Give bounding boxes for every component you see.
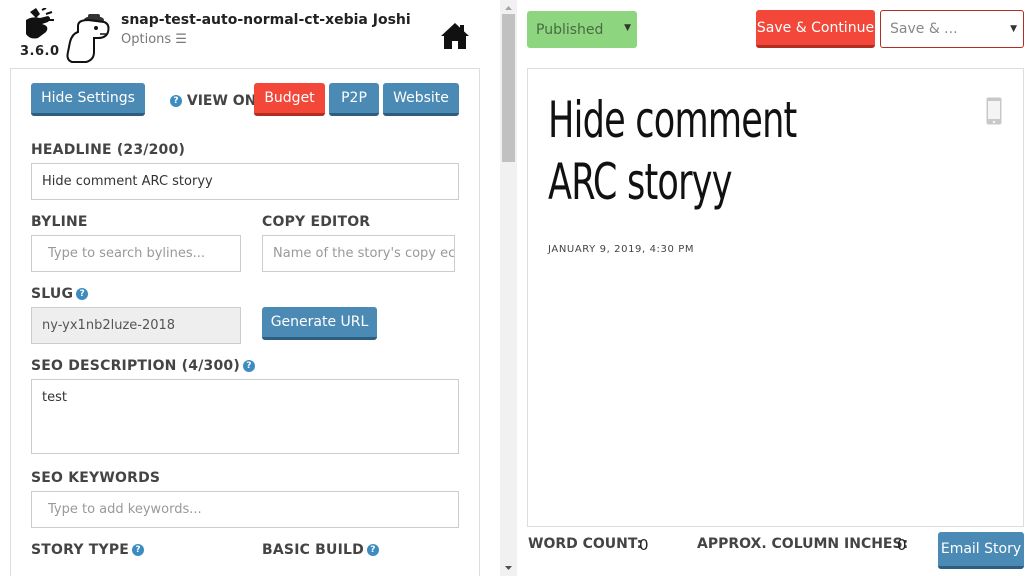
- scroll-down-arrow-icon[interactable]: [500, 559, 517, 576]
- mobile-phone-icon[interactable]: [986, 97, 1002, 125]
- home-icon[interactable]: [440, 22, 470, 50]
- copy-editor-input[interactable]: Name of the story's copy ec: [262, 235, 455, 272]
- snapping-hand-logo-icon[interactable]: [22, 8, 54, 42]
- slug-help-icon[interactable]: ?: [76, 288, 89, 300]
- seo-description-label-text: SEO DESCRIPTION (4/300): [31, 358, 240, 374]
- seo-keywords-label: SEO KEYWORDS: [31, 470, 161, 486]
- story-type-label: STORY TYPE?: [31, 542, 145, 558]
- seo-keywords-input[interactable]: Type to add keywords...: [31, 491, 459, 528]
- story-preview: Hide comment ARC storyy JANUARY 9, 2019,…: [527, 68, 1024, 527]
- save-continue-button[interactable]: Save & Continue: [756, 10, 875, 48]
- app-root: 3.6.0 snap-test-auto-normal-ct-xebia Jos…: [0, 0, 1034, 576]
- byline-label: BYLINE: [31, 214, 88, 230]
- slug-label: SLUG?: [31, 286, 89, 302]
- seo-description-help-icon[interactable]: ?: [242, 360, 255, 372]
- view-on-budget-button[interactable]: Budget: [254, 83, 325, 116]
- view-on-p2p-button[interactable]: P2P: [329, 83, 379, 116]
- save-options-select[interactable]: Save & ... ▼: [880, 10, 1024, 48]
- preview-headline: Hide comment ARC storyy: [548, 91, 797, 211]
- dinosaur-mascot-icon: [66, 14, 110, 63]
- story-type-label-text: STORY TYPE: [31, 542, 130, 558]
- basic-build-label-text: BASIC BUILD: [262, 542, 364, 558]
- view-on-website-button[interactable]: Website: [383, 83, 459, 116]
- basic-build-help-icon[interactable]: ?: [366, 544, 379, 556]
- dropdown-arrow-icon: ▼: [1010, 24, 1017, 34]
- basic-build-label: BASIC BUILD?: [262, 542, 379, 558]
- column-inches-label: APPROX. COLUMN INCHES:: [697, 536, 909, 552]
- word-count-label: WORD COUNT:: [528, 536, 643, 552]
- app-header: 3.6.0 snap-test-auto-normal-ct-xebia Jos…: [0, 0, 490, 68]
- copy-editor-label: COPY EDITOR: [262, 214, 371, 230]
- view-on-label: ? VIEW ON: [167, 93, 256, 109]
- headline-label: HEADLINE (23/200): [31, 142, 186, 158]
- hide-settings-button[interactable]: Hide Settings: [31, 83, 145, 116]
- app-version: 3.6.0: [20, 44, 60, 59]
- settings-scrollbar-thumb[interactable]: [502, 14, 515, 162]
- options-menu[interactable]: Options ☰: [121, 32, 187, 47]
- story-settings-panel: Hide Settings ? VIEW ON Budget P2P Websi…: [10, 68, 480, 576]
- word-count-value: 0: [639, 536, 649, 554]
- save-options-value: Save & ...: [890, 21, 958, 37]
- help-icon[interactable]: ?: [170, 95, 182, 107]
- publish-status-select[interactable]: Published ▼: [527, 11, 637, 48]
- site-title: snap-test-auto-normal-ct-xebia Joshi: [121, 12, 411, 28]
- slug-label-text: SLUG: [31, 286, 74, 302]
- view-on-text: VIEW ON: [186, 93, 257, 109]
- seo-description-label: SEO DESCRIPTION (4/300)?: [31, 358, 255, 374]
- publish-status-value: Published: [536, 21, 604, 38]
- slug-input: ny-yx1nb2luze-2018: [31, 307, 241, 344]
- column-inches-value: 0: [897, 536, 907, 554]
- seo-description-textarea[interactable]: test: [31, 379, 459, 454]
- generate-url-button[interactable]: Generate URL: [262, 307, 377, 340]
- preview-date: JANUARY 9, 2019, 4:30 PM: [548, 244, 695, 255]
- email-story-button[interactable]: Email Story: [938, 532, 1024, 569]
- byline-search-input[interactable]: Type to search bylines...: [31, 235, 241, 272]
- dropdown-arrow-icon: ▼: [624, 23, 631, 33]
- headline-input[interactable]: Hide comment ARC storyy: [31, 163, 459, 200]
- story-type-help-icon[interactable]: ?: [132, 544, 145, 556]
